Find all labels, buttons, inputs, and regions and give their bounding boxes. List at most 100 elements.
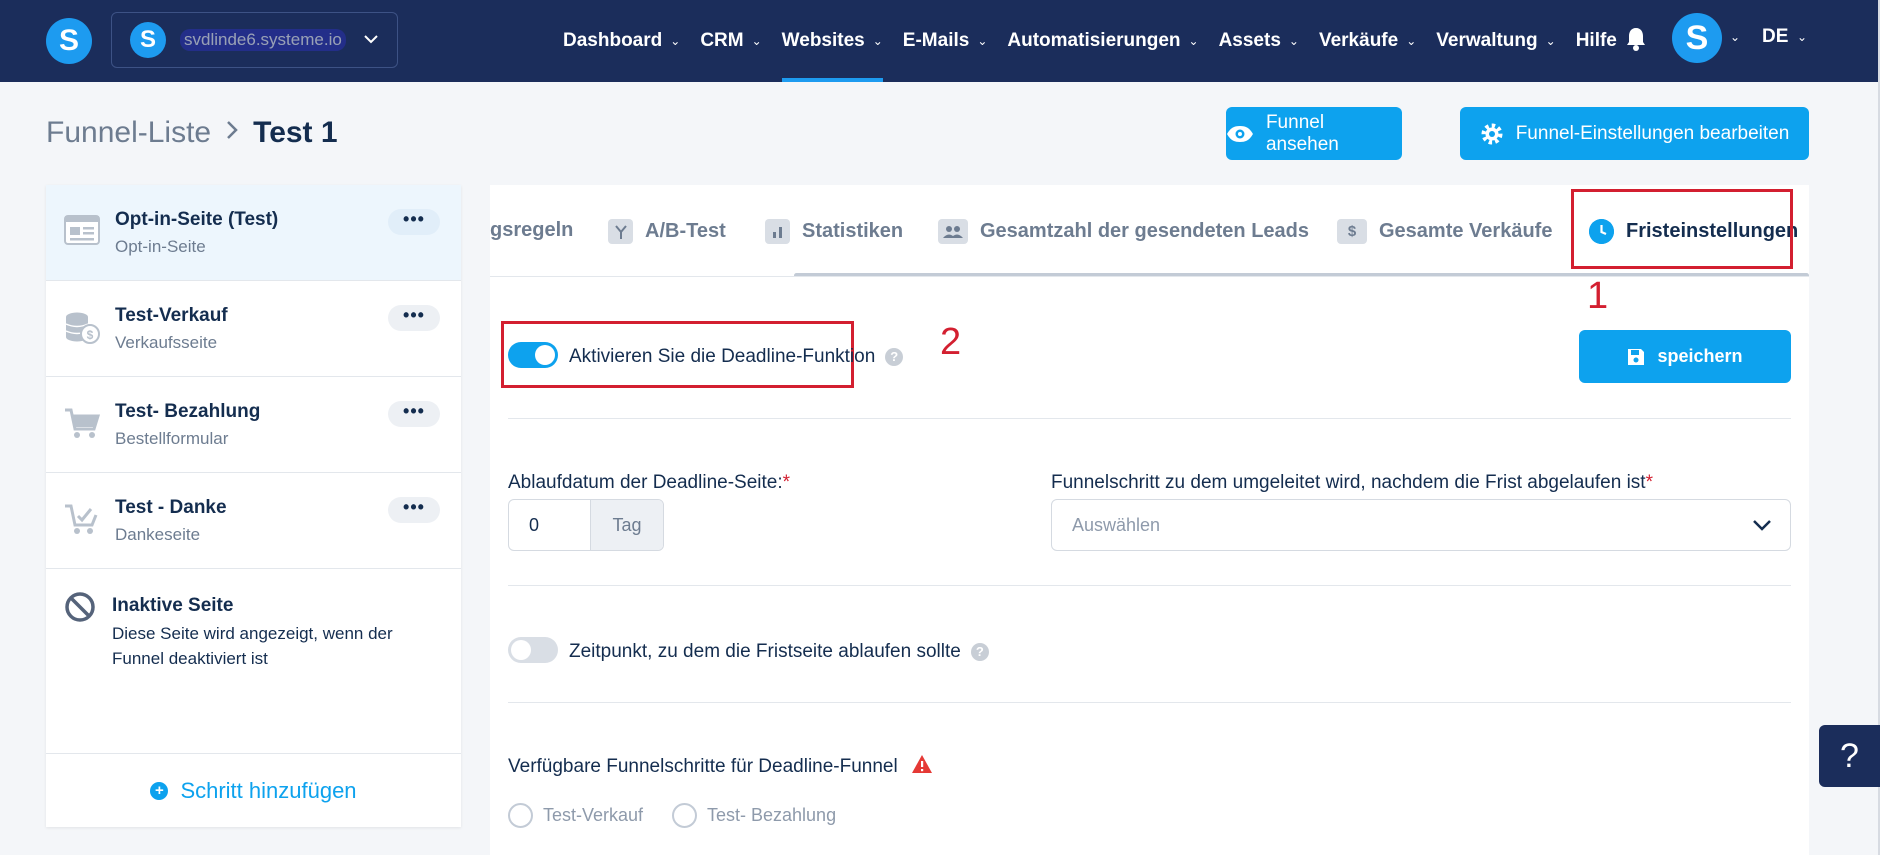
chevron-down-icon[interactable]: ⌄ xyxy=(1730,30,1740,44)
cart-icon xyxy=(64,407,101,441)
chevron-down-icon: ⌄ xyxy=(670,34,681,48)
breadcrumb-funnel-list[interactable]: Funnel-Liste xyxy=(46,116,211,150)
step-title: Test- Bezahlung xyxy=(115,401,261,422)
inactive-page-description: Diese Seite wird angezeigt, wenn der Fun… xyxy=(112,624,393,668)
menu-emails[interactable]: E-Mails ⌄ xyxy=(903,0,988,82)
step-type: Opt-in-Seite xyxy=(115,237,206,256)
save-icon xyxy=(1628,348,1645,365)
step-title: Test-Verkauf xyxy=(115,305,228,326)
tab-statistics[interactable]: Statistiken xyxy=(765,219,903,244)
inactive-page-step[interactable]: Inaktive Seite Diese Seite wird angezeig… xyxy=(46,569,461,699)
cart-check-icon xyxy=(64,503,100,537)
step-type: Bestellformular xyxy=(115,429,229,448)
redirect-step-select[interactable]: Auswählen xyxy=(1051,499,1791,551)
breadcrumb: Funnel-Liste Test 1 xyxy=(46,116,338,150)
available-steps-label: Verfügbare Funnelschritte für Deadline-F… xyxy=(508,754,933,778)
view-funnel-label: Funnel ansehen xyxy=(1265,111,1339,155)
warning-icon xyxy=(912,755,933,773)
page-icon xyxy=(64,215,100,249)
menu-automatisierungen[interactable]: Automatisierungen ⌄ xyxy=(1007,0,1198,82)
funnel-step[interactable]: Test- Bezahlung Bestellformular ••• xyxy=(46,377,461,473)
annotation-box-1 xyxy=(1571,189,1793,269)
step-menu-button[interactable]: ••• xyxy=(388,401,440,427)
divider xyxy=(508,702,1791,703)
help-button[interactable]: ? xyxy=(1819,725,1880,787)
edit-funnel-settings-label: Funnel-Einstellungen bearbeiten xyxy=(1515,122,1790,144)
view-funnel-button[interactable]: Funnel ansehen xyxy=(1226,107,1402,160)
menu-crm[interactable]: CRM ⌄ xyxy=(700,0,761,82)
toggle-knob xyxy=(511,640,531,660)
step-title: Opt-in-Seite (Test) xyxy=(115,209,279,230)
chevron-down-icon: ⌄ xyxy=(872,34,883,48)
dollar-icon: $ xyxy=(1337,219,1367,244)
inactive-page-title: Inaktive Seite xyxy=(112,595,234,616)
radio-circle[interactable] xyxy=(672,803,697,828)
coins-icon: $ xyxy=(64,311,100,345)
redirect-step-placeholder: Auswählen xyxy=(1072,514,1161,535)
tab-ab-test[interactable]: A/B-Test xyxy=(608,219,726,244)
plus-circle-icon: + xyxy=(150,781,169,800)
bar-chart-icon xyxy=(765,219,790,244)
chevron-down-icon: ⌄ xyxy=(1188,34,1199,48)
chevron-down-icon: ⌄ xyxy=(1406,34,1417,48)
save-label: speichern xyxy=(1657,346,1743,366)
page-title: Test 1 xyxy=(253,116,338,149)
radio-circle[interactable] xyxy=(508,803,533,828)
divider xyxy=(508,418,1791,419)
expiry-days-unit: Tag xyxy=(591,500,663,550)
systeme-logo[interactable]: S xyxy=(46,18,92,64)
help-circle-icon[interactable]: ? xyxy=(970,642,989,661)
users-icon xyxy=(938,219,968,244)
ban-icon xyxy=(64,591,96,623)
user-avatar[interactable]: S xyxy=(1672,13,1722,63)
add-step-button[interactable]: + Schritt hinzufügen xyxy=(46,753,461,827)
chevron-down-icon: ⌄ xyxy=(1545,34,1556,48)
deadline-toggle[interactable] xyxy=(508,342,558,368)
help-circle-icon[interactable]: ? xyxy=(885,347,904,366)
language-selector[interactable]: DE xyxy=(1762,26,1788,48)
menu-verwaltung[interactable]: Verwaltung ⌄ xyxy=(1436,0,1555,82)
chevron-down-icon xyxy=(1752,516,1772,537)
expiry-time-label: Zeitpunkt, zu dem die Fristseite ablaufe… xyxy=(569,641,989,663)
expiry-days-input[interactable]: 0 Tag xyxy=(508,499,664,551)
svg-text:$: $ xyxy=(87,328,94,342)
expiry-date-label: Ablaufdatum der Deadline-Seite:* xyxy=(508,472,791,493)
tab-rules[interactable]: gsregeln xyxy=(490,219,573,242)
bell-icon[interactable] xyxy=(1625,26,1647,52)
annotation-number-1: 1 xyxy=(1587,275,1609,317)
menu-dashboard[interactable]: Dashboard ⌄ xyxy=(563,0,680,82)
funnel-step[interactable]: $ Test-Verkauf Verkaufsseite ••• xyxy=(46,281,461,377)
menu-verkaeufe[interactable]: Verkäufe ⌄ xyxy=(1319,0,1416,82)
chevron-down-icon: ⌄ xyxy=(977,34,988,48)
step-type: Dankeseite xyxy=(115,525,201,544)
step-menu-button[interactable]: ••• xyxy=(388,209,440,235)
menu-assets[interactable]: Assets ⌄ xyxy=(1219,0,1299,82)
funnel-steps-panel: Opt-in-Seite (Test) Opt-in-Seite ••• $ T… xyxy=(46,185,461,827)
menu-hilfe[interactable]: Hilfe xyxy=(1576,0,1617,82)
save-button[interactable]: speichern xyxy=(1579,330,1791,383)
menu-websites[interactable]: Websites ⌄ xyxy=(781,0,883,82)
available-step-radio[interactable]: Test- Bezahlung xyxy=(672,803,836,828)
step-menu-button[interactable]: ••• xyxy=(388,305,440,331)
split-icon xyxy=(608,219,633,244)
tabs-scrollbar[interactable] xyxy=(794,273,1809,276)
tab-leads-total[interactable]: Gesamtzahl der gesendeten Leads xyxy=(938,219,1309,244)
account-site-name: svdlinde6.systeme.io xyxy=(180,29,346,51)
chevron-down-icon: ⌄ xyxy=(751,34,762,48)
funnel-settings-panel: gsregeln A/B-Test Statistiken Gesamtzahl… xyxy=(490,185,1809,855)
expiry-days-value[interactable]: 0 xyxy=(509,500,591,550)
gear-icon xyxy=(1481,123,1503,144)
expiry-time-toggle[interactable] xyxy=(508,637,558,663)
tab-sales-total[interactable]: $ Gesamte Verkäufe xyxy=(1337,219,1552,244)
add-step-label: Schritt hinzufügen xyxy=(180,777,357,803)
deadline-toggle-label: Aktivieren Sie die Deadline-Funktion? xyxy=(569,346,904,368)
funnel-step[interactable]: Test - Danke Dankeseite ••• xyxy=(46,473,461,569)
chevron-down-icon[interactable]: ⌄ xyxy=(1797,30,1807,44)
edit-funnel-settings-button[interactable]: Funnel-Einstellungen bearbeiten xyxy=(1460,107,1809,160)
account-switcher[interactable]: S svdlinde6.systeme.io xyxy=(111,12,398,68)
available-step-radio[interactable]: Test-Verkauf xyxy=(508,803,643,828)
step-menu-button[interactable]: ••• xyxy=(388,497,440,523)
funnel-step[interactable]: Opt-in-Seite (Test) Opt-in-Seite ••• xyxy=(46,185,461,281)
eye-icon xyxy=(1226,125,1253,142)
annotation-number-2: 2 xyxy=(940,321,962,363)
